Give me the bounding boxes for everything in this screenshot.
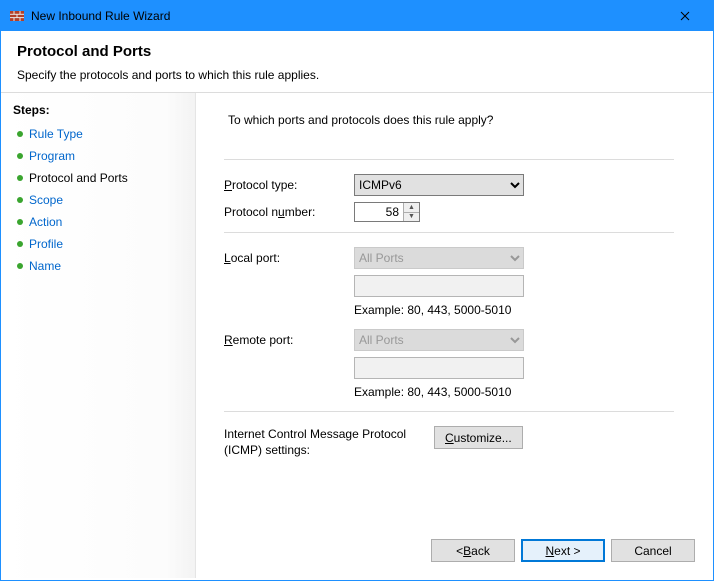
local-port-input: [354, 275, 524, 297]
row-remote-port-text: [224, 357, 693, 379]
local-port-label: Local port:: [224, 251, 354, 265]
step-scope[interactable]: Scope: [1, 189, 195, 211]
wizard-footer: < Back Next > Cancel: [431, 539, 695, 562]
steps-sidebar: Steps: Rule Type Program Protocol and Po…: [1, 93, 196, 578]
remote-port-input: [354, 357, 524, 379]
bullet-icon: [17, 153, 23, 159]
divider: [224, 159, 674, 160]
spinner-arrows[interactable]: ▲ ▼: [403, 203, 419, 221]
step-rule-type[interactable]: Rule Type: [1, 123, 195, 145]
bullet-icon: [17, 219, 23, 225]
close-button[interactable]: [663, 1, 707, 31]
customize-button[interactable]: Customize...: [434, 426, 523, 449]
bullet-icon: [17, 241, 23, 247]
protocol-number-input[interactable]: [355, 203, 403, 221]
steps-heading: Steps:: [1, 101, 195, 123]
icmp-settings-label: Internet Control Message Protocol (ICMP)…: [224, 426, 424, 458]
next-button[interactable]: Next >: [521, 539, 605, 562]
divider: [224, 232, 674, 233]
bullet-icon: [17, 131, 23, 137]
step-label: Rule Type: [29, 127, 83, 141]
firewall-icon: [9, 8, 25, 24]
row-protocol-type: Protocol type: ICMPv6: [224, 174, 693, 196]
row-remote-port: Remote port: All Ports: [224, 329, 693, 351]
remote-port-label: Remote port:: [224, 333, 354, 347]
step-action[interactable]: Action: [1, 211, 195, 233]
step-name[interactable]: Name: [1, 255, 195, 277]
protocol-number-spinner[interactable]: ▲ ▼: [354, 202, 420, 222]
spinner-down-icon[interactable]: ▼: [404, 213, 419, 222]
step-label: Name: [29, 259, 61, 273]
bullet-icon: [17, 197, 23, 203]
step-label: Action: [29, 215, 62, 229]
step-protocol-and-ports[interactable]: Protocol and Ports: [1, 167, 195, 189]
window-title: New Inbound Rule Wizard: [31, 9, 663, 23]
local-port-select: All Ports: [354, 247, 524, 269]
cancel-button[interactable]: Cancel: [611, 539, 695, 562]
page-title: Protocol and Ports: [17, 43, 697, 60]
wizard-content: To which ports and protocols does this r…: [196, 93, 713, 578]
bullet-icon: [17, 263, 23, 269]
spinner-up-icon[interactable]: ▲: [404, 203, 419, 213]
row-icmp-settings: Internet Control Message Protocol (ICMP)…: [224, 426, 693, 458]
step-label: Program: [29, 149, 75, 163]
question-text: To which ports and protocols does this r…: [224, 109, 693, 149]
back-button[interactable]: < Back: [431, 539, 515, 562]
remote-port-select: All Ports: [354, 329, 524, 351]
step-program[interactable]: Program: [1, 145, 195, 167]
wizard-header: Protocol and Ports Specify the protocols…: [1, 31, 713, 93]
step-label: Protocol and Ports: [29, 171, 128, 185]
bullet-icon: [17, 175, 23, 181]
row-local-port-text: [224, 275, 693, 297]
step-profile[interactable]: Profile: [1, 233, 195, 255]
divider: [224, 411, 674, 412]
step-label: Scope: [29, 193, 63, 207]
row-local-port: Local port: All Ports: [224, 247, 693, 269]
step-label: Profile: [29, 237, 63, 251]
row-protocol-number: Protocol number: ▲ ▼: [224, 202, 693, 222]
wizard-body: Steps: Rule Type Program Protocol and Po…: [1, 93, 713, 578]
title-bar: New Inbound Rule Wizard: [1, 1, 713, 31]
protocol-number-label: Protocol number:: [224, 205, 354, 219]
local-port-example: Example: 80, 443, 5000-5010: [354, 303, 693, 317]
protocol-type-select[interactable]: ICMPv6: [354, 174, 524, 196]
protocol-type-label: Protocol type:: [224, 178, 354, 192]
page-subtitle: Specify the protocols and ports to which…: [17, 68, 697, 82]
remote-port-example: Example: 80, 443, 5000-5010: [354, 385, 693, 399]
